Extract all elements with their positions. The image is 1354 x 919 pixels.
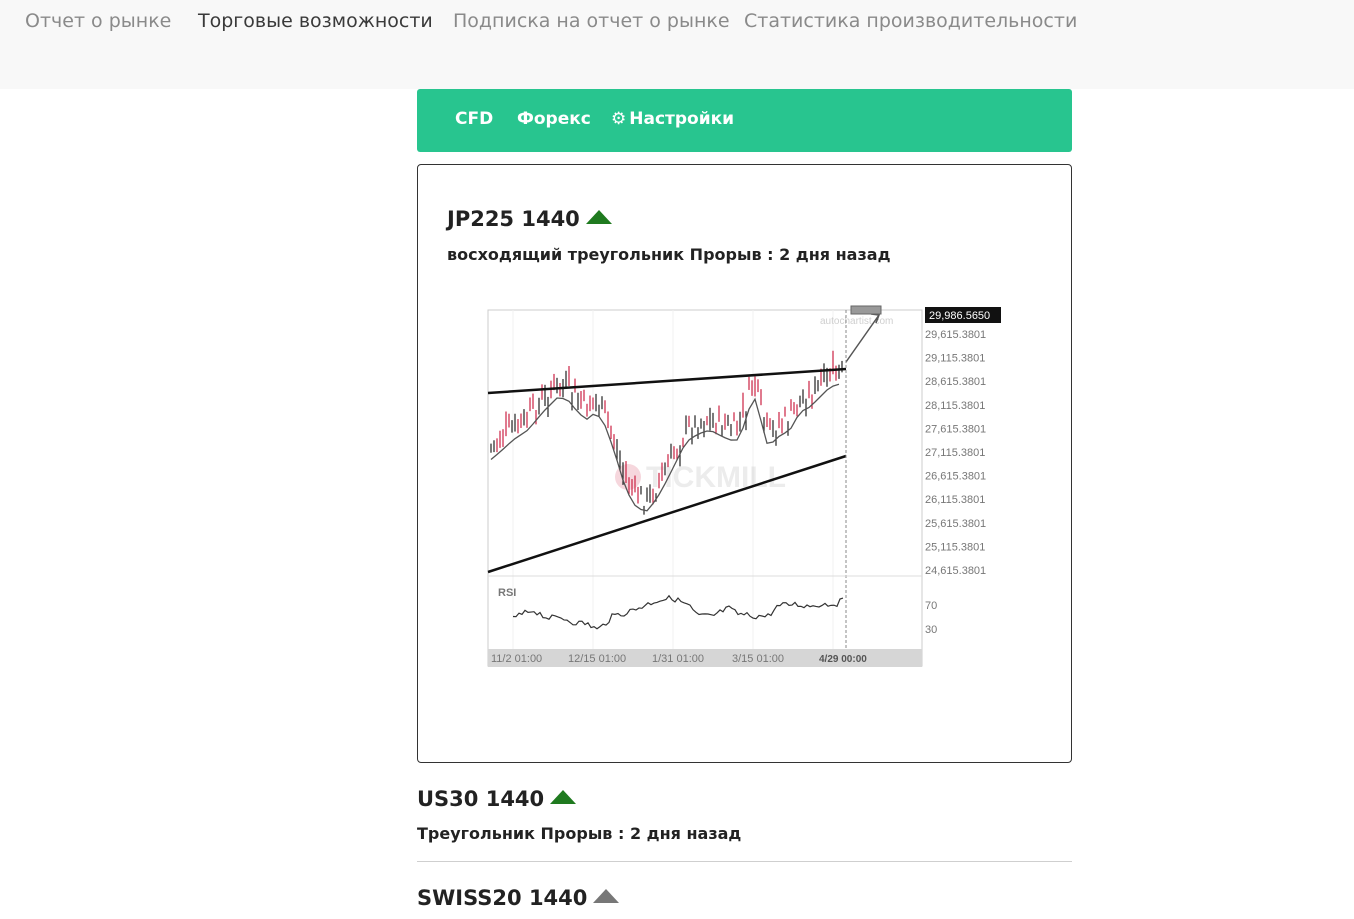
nav-item-market-report[interactable]: Отчет о рынке	[25, 10, 171, 32]
up-arrow-icon	[550, 790, 577, 804]
date-label-1: 11/2 01:00	[491, 653, 542, 665]
nav-item-trading-opportunities[interactable]: Торговые возможности	[198, 10, 433, 32]
price-label: 25,615.3801	[925, 518, 986, 530]
current-price-label: 29,986.5650	[929, 310, 990, 322]
price-axis: 29,615.3801 29,115.3801 28,615.3801 28,115.…	[925, 329, 986, 577]
tab-cfd[interactable]: CFD	[455, 109, 493, 129]
tab-settings[interactable]: ⚙ Настройки	[611, 109, 734, 129]
price-label: 29,115.3801	[925, 353, 985, 365]
signal-symbol-2: US30 1440	[417, 787, 545, 811]
price-label: 26,115.3801	[925, 494, 985, 506]
top-navigation: Отчет о рынке Торговые возможности Подпи…	[0, 0, 1354, 89]
neutral-arrow-icon	[593, 889, 620, 903]
tab-forex[interactable]: Форекс	[517, 109, 591, 129]
date-label-2: 12/15 01:00	[568, 653, 626, 665]
tickmill-watermark-text: TICKMILL	[646, 461, 786, 494]
price-label: 28,615.3801	[925, 376, 986, 388]
signal-symbol-title-2[interactable]: US30 1440	[417, 787, 577, 811]
autochartist-watermark: autochartist.com	[820, 316, 893, 327]
price-label: 27,615.3801	[925, 423, 986, 435]
price-label: 24,615.3801	[925, 565, 986, 577]
signal-pattern-text-2: Треугольник Прорыв : 2 дня назад	[417, 824, 742, 843]
nav-item-market-report-subscription[interactable]: Подписка на отчет о рынке	[453, 10, 730, 32]
nav-item-performance-stats[interactable]: Статистика производительности	[744, 10, 1077, 32]
price-label: 29,615.3801	[925, 329, 986, 341]
up-arrow-icon	[585, 210, 612, 224]
signal-symbol-title-3[interactable]: SWISS20 1440	[417, 886, 620, 910]
signal-card: JP225 1440 восходящий треугольник Прорыв…	[417, 164, 1072, 763]
category-tab-bar: CFD Форекс ⚙ Настройки	[417, 89, 1072, 152]
signal-pattern-text: восходящий треугольник Прорыв : 2 дня на…	[447, 245, 891, 264]
rsi-level-70: 70	[925, 600, 937, 612]
signal-symbol-3: SWISS20 1440	[417, 886, 588, 910]
price-label: 27,115.3801	[925, 447, 985, 459]
price-label: 25,115.3801	[925, 541, 985, 553]
signal-symbol-title[interactable]: JP225 1440	[447, 207, 612, 231]
rsi-label: RSI	[498, 587, 516, 599]
date-label-5: 4/29 00:00	[819, 654, 867, 665]
signal-symbol: JP225 1440	[447, 207, 580, 231]
pattern-chart: TICKMILL autochartist.com 29,615.380129,…	[487, 305, 1001, 667]
date-label-4: 3/15 01:00	[732, 653, 784, 665]
tab-settings-label: Настройки	[629, 109, 735, 129]
price-label: 26,615.3801	[925, 471, 986, 483]
divider	[417, 861, 1072, 862]
target-zone	[850, 305, 882, 315]
rsi-level-30: 30	[925, 624, 937, 636]
price-label: 28,115.3801	[925, 400, 985, 412]
gear-icon: ⚙	[611, 109, 627, 129]
date-label-3: 1/31 01:00	[652, 653, 704, 665]
